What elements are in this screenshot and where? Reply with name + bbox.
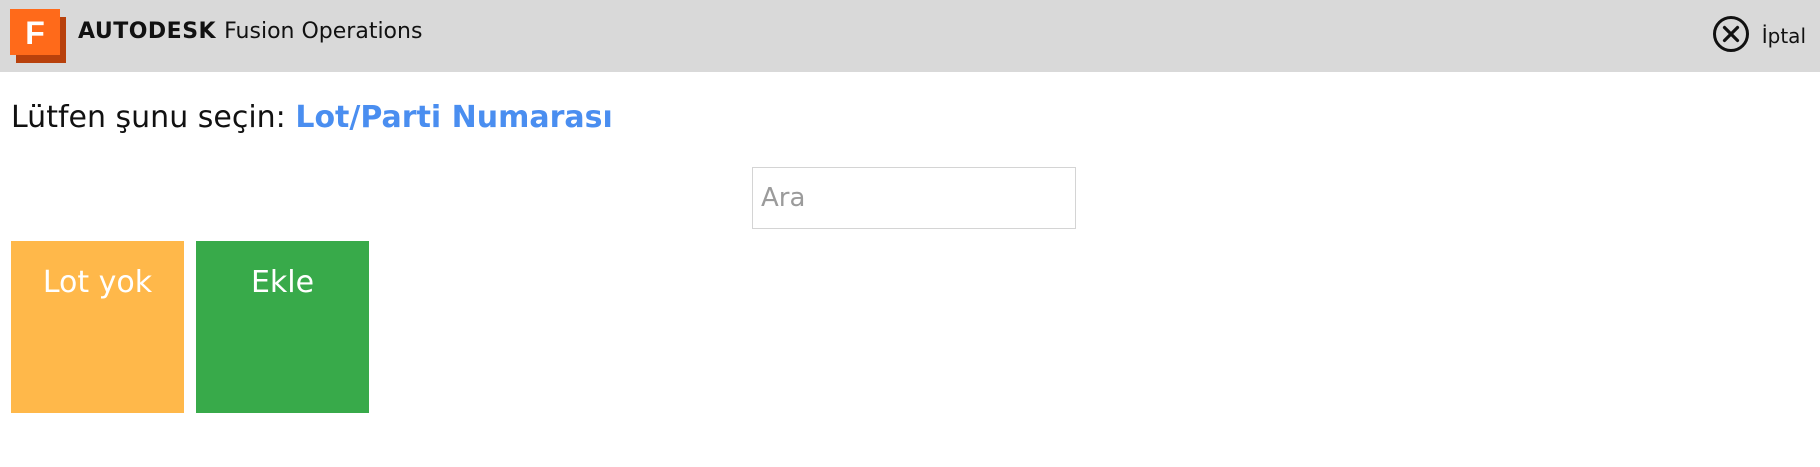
fusion-logo-icon: F — [10, 9, 66, 63]
add-button[interactable]: Ekle — [196, 241, 369, 413]
prompt-highlight: Lot/Parti Numarası — [295, 100, 613, 135]
page-title: Lütfen şunu seçin: Lot/Parti Numarası — [11, 98, 613, 138]
brand-title: AUTODESK Fusion Operations — [78, 18, 422, 46]
no-lot-button[interactable]: Lot yok — [11, 241, 184, 413]
cancel-button[interactable]: İptal — [1712, 16, 1806, 56]
logo-letter: F — [25, 15, 45, 51]
brand-product: Fusion Operations — [224, 19, 423, 44]
prompt-prefix: Lütfen şunu seçin: — [11, 100, 286, 135]
search-input[interactable] — [752, 167, 1076, 229]
top-bar: F AUTODESK Fusion Operations İptal — [0, 0, 1820, 72]
brand-company: AUTODESK — [78, 19, 217, 44]
cancel-label: İptal — [1761, 24, 1806, 48]
no-lot-label: Lot yok — [42, 265, 153, 300]
add-label: Ekle — [250, 265, 315, 300]
close-circle-icon — [1712, 15, 1750, 57]
